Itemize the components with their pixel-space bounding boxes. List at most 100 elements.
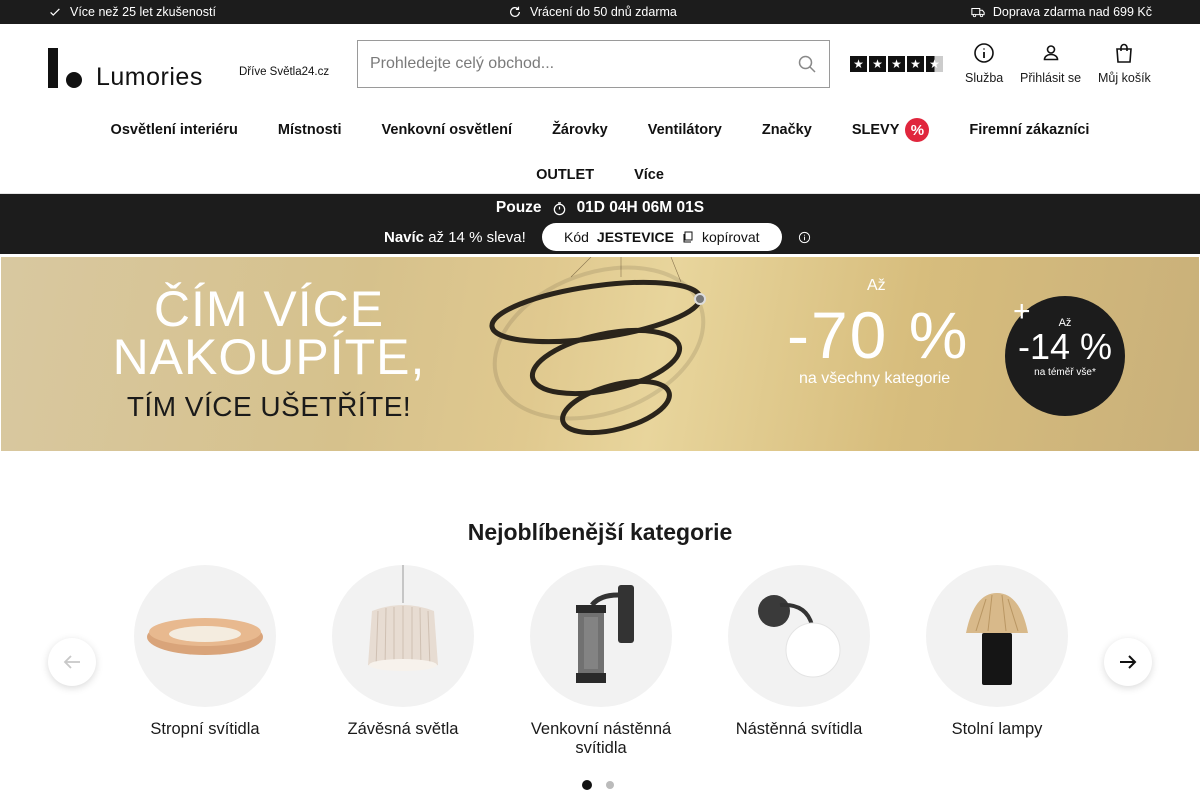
nav-item-sale[interactable]: SLEVY %: [832, 118, 950, 142]
wall-light-image: [758, 595, 841, 678]
star-icon: ★: [907, 56, 924, 72]
site-header: Lumories Dříve Světla24.cz ★ ★ ★ ★ ★ Slu…: [0, 24, 1200, 104]
discount-subtitle: na všechny kategorie: [799, 370, 951, 387]
info-small-icon[interactable]: [798, 231, 811, 244]
category-card[interactable]: Stropní svítidla: [115, 565, 295, 739]
experience-info: Více než 25 let zkušeností: [48, 0, 216, 24]
category-label: Stolní lampy: [951, 720, 1043, 738]
code-value: JESTEVICE: [596, 229, 674, 245]
nav-item-brands[interactable]: Značky: [742, 118, 832, 142]
logo[interactable]: Lumories: [48, 44, 203, 91]
max-discount: -70 %: [787, 298, 970, 372]
arrow-left-icon: [63, 655, 80, 669]
badge-subtitle: na téměř vše*: [1034, 367, 1096, 378]
extra-discount-text: Navíc až 14 % sleva!: [384, 229, 526, 246]
star-icon: ★: [888, 56, 905, 72]
promo-banner[interactable]: ČÍM VÍCE NAKOUPÍTE, TÍM VÍCE UŠETŘÍTE! A…: [1, 257, 1199, 451]
truck-icon: [971, 7, 985, 18]
section-title: Nejoblíbenější kategorie: [467, 519, 733, 545]
copy-icon: [683, 231, 693, 243]
user-icon: [1043, 45, 1058, 61]
table-lamp-image: [966, 593, 1028, 685]
copy-label: kopírovat: [701, 229, 760, 245]
category-card[interactable]: Nástěnná svítidla: [709, 565, 889, 739]
category-carousel: Stropní svítidla Závěsná světla Venkovní…: [0, 565, 1200, 765]
carousel-next-button[interactable]: [1104, 638, 1152, 686]
category-label: Závěsná světla: [347, 720, 459, 738]
carousel-prev-button[interactable]: [48, 638, 96, 686]
category-image: [728, 565, 870, 707]
badge-discount: -14 %: [1017, 326, 1113, 367]
countdown-timer: 01D 04H 06M 01S: [576, 199, 705, 216]
nav-item-outlet[interactable]: OUTLET: [516, 163, 614, 187]
stopwatch-icon: [553, 201, 565, 215]
check-icon: [50, 8, 60, 16]
returns-text: Vrácení do 50 dnů zdarma: [530, 5, 677, 19]
extra-text: až 14 % sleva!: [428, 228, 526, 246]
logo-bar: [48, 48, 58, 88]
banner-headline: ČÍM VÍCE NAKOUPÍTE,: [1, 281, 537, 385]
only-label: Pouze: [495, 199, 542, 216]
shipping-text: Doprava zdarma nad 699 Kč: [992, 5, 1152, 19]
upto-label: Až: [867, 277, 886, 294]
shipping-info: Doprava zdarma nad 699 Kč: [971, 0, 1152, 24]
logo-text: Lumories: [96, 63, 203, 91]
login-button[interactable]: Přihlásit se: [1020, 42, 1081, 85]
category-card[interactable]: Závěsná světla: [313, 565, 493, 739]
outdoor-wall-light-image: [576, 585, 634, 683]
half-star-icon: ★: [926, 56, 943, 72]
pagination-dot-active[interactable]: [582, 780, 592, 790]
nav-item-fans[interactable]: Ventilátory: [628, 118, 742, 142]
plus-sign: +: [1013, 295, 1031, 328]
shopping-bag-icon: [1116, 43, 1133, 63]
main-navigation: Osvětlení interiéru Místnosti Venkovní o…: [0, 104, 1200, 194]
nav-row-secondary: OUTLET Více: [0, 163, 1200, 187]
nav-item-sale-label: SLEVY: [851, 122, 900, 138]
category-card[interactable]: Venkovní nástěnná svítidla: [511, 565, 691, 758]
pagination-dot[interactable]: [606, 781, 614, 789]
service-button[interactable]: Služba: [965, 42, 1003, 85]
formerly-text: Dříve Světla24.cz: [239, 66, 330, 78]
category-label: Nástěnná svítidla: [735, 720, 863, 738]
nav-item-more[interactable]: Více: [614, 163, 684, 187]
rating-stars[interactable]: ★ ★ ★ ★ ★: [850, 56, 943, 72]
pendant-light-image: [368, 565, 438, 671]
search-icon[interactable]: [797, 54, 817, 74]
code-label: Kód: [563, 229, 589, 245]
category-label: Stropní svítidla: [150, 720, 260, 738]
cart-label: Můj košík: [1098, 71, 1151, 85]
star-icon: ★: [850, 56, 867, 72]
category-image: [530, 565, 672, 707]
banner-line2: NAKOUPÍTE,: [112, 329, 426, 385]
nav-row-primary: Osvětlení interiéru Místnosti Venkovní o…: [0, 118, 1200, 142]
info-icon: [974, 43, 994, 63]
nav-item-business[interactable]: Firemní zákazníci: [949, 118, 1109, 142]
logo-dot: [66, 72, 82, 88]
banner-subheadline: TÍM VÍCE UŠETŘÍTE!: [126, 391, 412, 422]
nav-item-rooms[interactable]: Místnosti: [258, 118, 362, 142]
countdown-row: Pouze 01D 04H 06M 01S: [0, 199, 1200, 217]
service-label: Služba: [965, 71, 1004, 85]
nav-item-bulbs[interactable]: Žárovky: [532, 118, 628, 142]
nav-item-interior-lighting[interactable]: Osvětlení interiéru: [91, 118, 258, 142]
ceiling-light-image: [147, 618, 263, 655]
banner-line1: ČÍM VÍCE: [153, 281, 385, 337]
category-image: [134, 565, 276, 707]
refresh-icon: [510, 6, 520, 17]
copy-code-button[interactable]: Kód JESTEVICE kopírovat: [541, 223, 782, 251]
star-icon: ★: [869, 56, 886, 72]
experience-text: Více než 25 let zkušeností: [70, 5, 216, 19]
login-label: Přihlásit se: [1020, 71, 1082, 85]
cart-button[interactable]: Můj košík: [1098, 42, 1151, 85]
returns-info: Vrácení do 50 dnů zdarma: [508, 0, 677, 24]
category-image: [332, 565, 474, 707]
search-input[interactable]: [370, 55, 797, 73]
percent-badge-icon: %: [905, 118, 930, 142]
carousel-pagination: [582, 780, 614, 790]
extra-bold: Navíc: [384, 228, 425, 246]
discount-code-row: Navíc až 14 % sleva! Kód JESTEVICE kopír…: [384, 223, 811, 251]
category-card[interactable]: Stolní lampy: [907, 565, 1087, 739]
nav-item-outdoor-lighting[interactable]: Venkovní osvětlení: [362, 118, 533, 142]
search-box[interactable]: [357, 40, 830, 88]
top-info-bar: Více než 25 let zkušeností Vrácení do 50…: [0, 0, 1200, 24]
